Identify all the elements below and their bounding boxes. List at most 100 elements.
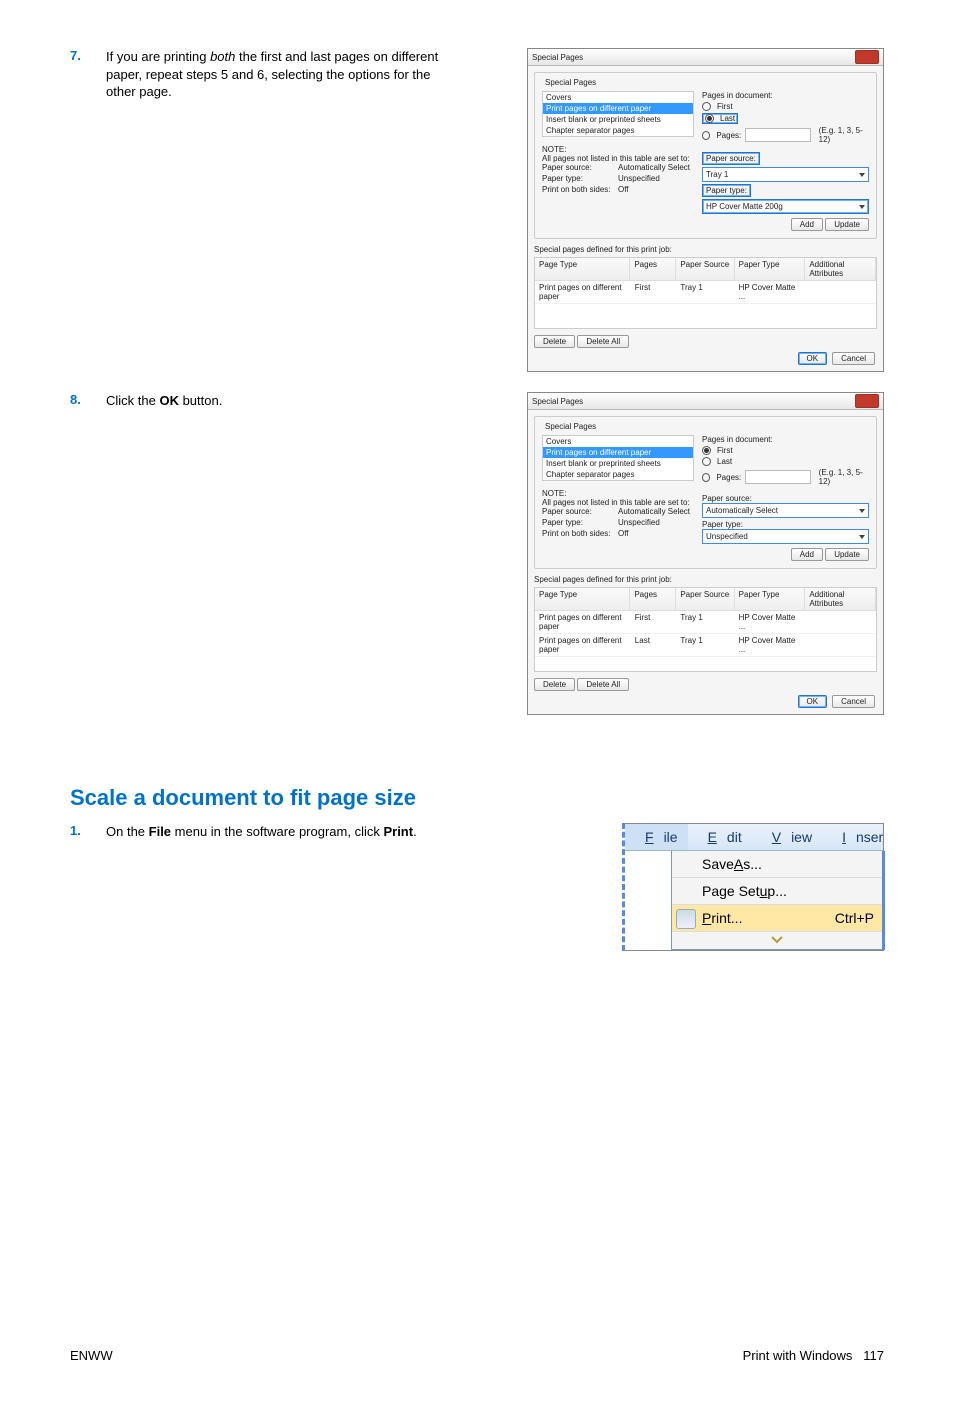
paper-type-combo[interactable]: HP Cover Matte 200g — [702, 199, 869, 214]
menu-insert[interactable]: Inser — [822, 824, 893, 850]
step-text-1: On the File menu in the software program… — [106, 823, 456, 841]
ok-button[interactable]: OK — [798, 695, 828, 708]
th: Paper Source — [676, 258, 734, 280]
table-title: Special pages defined for this print job… — [534, 575, 877, 584]
table-row[interactable]: Print pages on different paper First Tra… — [535, 281, 876, 304]
ok-button[interactable]: OK — [798, 352, 828, 365]
add-button[interactable]: Add — [791, 218, 823, 231]
table-row[interactable]: Print pages on different paper Last Tray… — [535, 634, 876, 657]
hint: (E.g. 1, 3, 5-12) — [819, 126, 869, 144]
add-button[interactable]: Add — [791, 548, 823, 561]
radio-pages[interactable] — [702, 473, 710, 482]
th: Pages — [630, 258, 676, 280]
close-icon[interactable] — [855, 394, 879, 408]
paper-source-combo[interactable]: Tray 1 — [702, 167, 869, 182]
value: Off — [618, 529, 629, 538]
value: Unspecified — [618, 518, 660, 527]
menu-item-save-as[interactable]: Save As... — [672, 851, 882, 878]
paper-type-combo[interactable]: Unspecified — [702, 529, 869, 544]
section-heading: Scale a document to fit page size — [70, 785, 884, 811]
th: Paper Type — [735, 588, 806, 610]
table-row[interactable]: Print pages on different paper First Tra… — [535, 611, 876, 634]
label: Last — [720, 114, 735, 123]
group-label: Special Pages — [542, 78, 599, 87]
menu-file[interactable]: File — [625, 824, 688, 850]
td: Tray 1 — [676, 281, 734, 303]
th: Additional Attributes — [805, 258, 876, 280]
list-item[interactable]: Covers — [543, 436, 693, 447]
radio-pages[interactable] — [702, 131, 710, 140]
delete-all-button[interactable]: Delete All — [577, 678, 629, 691]
value: Automatically Select — [618, 507, 690, 516]
label: First — [717, 102, 733, 111]
text: On the — [106, 824, 149, 839]
td: Last — [631, 634, 677, 656]
text: menu in the software program, click — [171, 824, 383, 839]
radio-last[interactable] — [705, 114, 714, 123]
update-button[interactable]: Update — [825, 218, 869, 231]
menu-item-page-setup[interactable]: Page Setup... — [672, 878, 882, 905]
td: Tray 1 — [676, 634, 734, 656]
combo-value: HP Cover Matte 200g — [706, 202, 783, 211]
th: Additional Attributes — [805, 588, 876, 610]
radio-last[interactable] — [702, 457, 711, 466]
text: If you are printing — [106, 49, 210, 64]
th: Page Type — [535, 588, 630, 610]
list-item[interactable]: Covers — [543, 92, 693, 103]
defined-pages-table: Page Type Pages Paper Source Paper Type … — [534, 587, 877, 672]
footer-right: Print with Windows 117 — [743, 1348, 884, 1363]
note-text: All pages not listed in this table are s… — [542, 154, 694, 163]
text-bold: OK — [159, 393, 179, 408]
list-item[interactable]: Chapter separator pages — [543, 125, 693, 136]
delete-button[interactable]: Delete — [534, 678, 575, 691]
dialog-title: Special Pages — [532, 397, 583, 406]
text: Click the — [106, 393, 159, 408]
th: Pages — [630, 588, 676, 610]
delete-button[interactable]: Delete — [534, 335, 575, 348]
text-bold: Print — [383, 824, 413, 839]
menu-item-print[interactable]: Print...Ctrl+P — [672, 905, 882, 932]
list-item[interactable]: Insert blank or preprinted sheets — [543, 114, 693, 125]
label: Paper type: — [542, 518, 614, 527]
label: Print on both sides: — [542, 185, 614, 194]
text: button. — [179, 393, 222, 408]
special-pages-dialog-2: Special Pages Special Pages Covers Print… — [527, 392, 884, 715]
delete-all-button[interactable]: Delete All — [577, 335, 629, 348]
pages-input[interactable] — [745, 470, 810, 484]
combo-value: Unspecified — [706, 532, 748, 541]
paper-source-combo[interactable]: Automatically Select — [702, 503, 869, 518]
label: Pages: — [716, 473, 741, 482]
text-italic: both — [210, 49, 235, 64]
special-pages-list[interactable]: Covers Print pages on different paper In… — [542, 91, 694, 137]
menu-view[interactable]: View — [752, 824, 822, 850]
group-label: Special Pages — [542, 422, 599, 431]
update-button[interactable]: Update — [825, 548, 869, 561]
label: Paper type: — [542, 174, 614, 183]
step-text-7: If you are printing both the first and l… — [106, 48, 456, 101]
td: First — [631, 611, 677, 633]
pages-input[interactable] — [745, 128, 810, 142]
th: Paper Type — [735, 258, 806, 280]
list-item[interactable]: Chapter separator pages — [543, 469, 693, 480]
menubar: File Edit View Inser — [625, 824, 883, 851]
cancel-button[interactable]: Cancel — [832, 352, 875, 365]
menu-edit[interactable]: Edit — [688, 824, 752, 850]
value: Automatically Select — [618, 163, 690, 172]
label: First — [717, 446, 733, 455]
label: Paper type: — [702, 184, 751, 197]
radio-first[interactable] — [702, 446, 711, 455]
special-pages-list[interactable]: Covers Print pages on different paper In… — [542, 435, 694, 481]
list-item[interactable]: Print pages on different paper — [543, 103, 693, 114]
label: Pages in document: — [702, 91, 869, 100]
label: Paper source: — [542, 507, 614, 516]
td: HP Cover Matte ... — [735, 611, 806, 633]
radio-first[interactable] — [702, 102, 711, 111]
list-item[interactable]: Insert blank or preprinted sheets — [543, 458, 693, 469]
expand-icon[interactable] — [672, 932, 882, 949]
td: Tray 1 — [676, 611, 734, 633]
label: Paper source: — [702, 152, 760, 165]
page-number: 117 — [863, 1348, 884, 1363]
list-item[interactable]: Print pages on different paper — [543, 447, 693, 458]
close-icon[interactable] — [855, 50, 879, 64]
cancel-button[interactable]: Cancel — [832, 695, 875, 708]
